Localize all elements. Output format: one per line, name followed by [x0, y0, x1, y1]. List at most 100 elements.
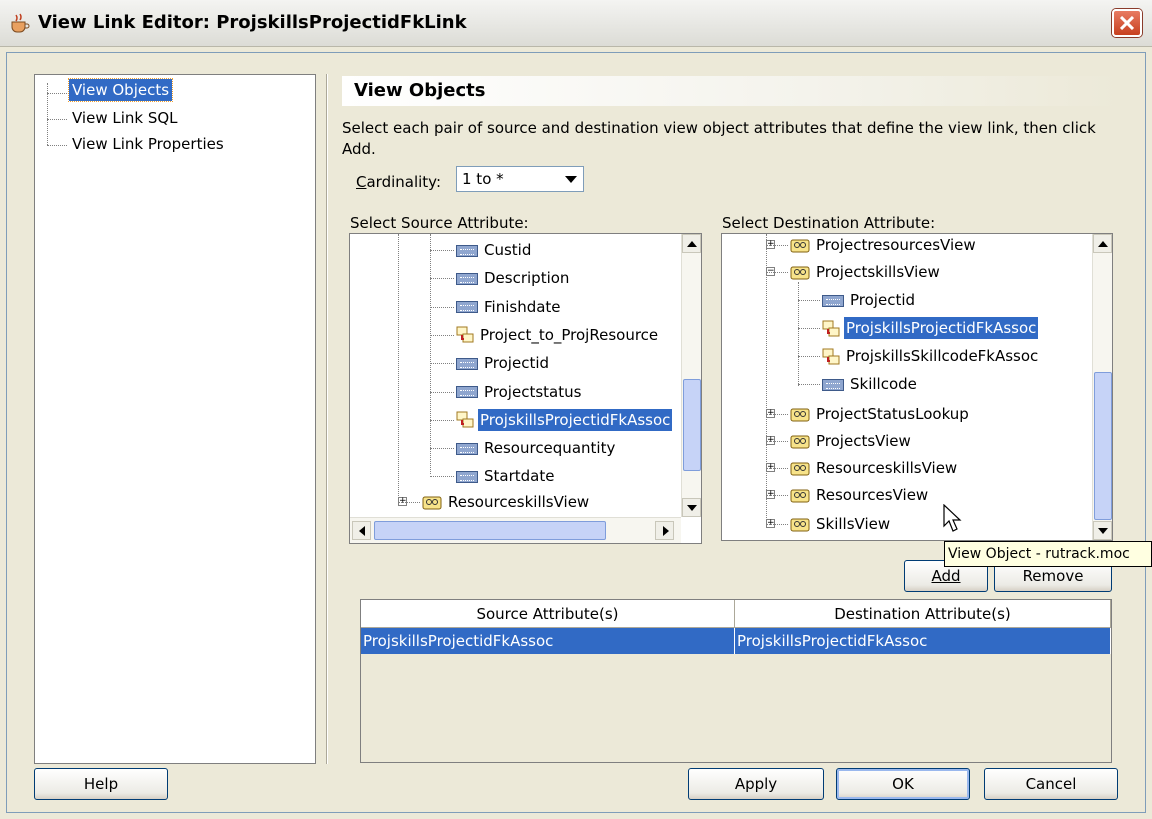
ok-button[interactable]: OK: [836, 768, 970, 800]
nav-item-view-objects[interactable]: View Objects: [67, 78, 174, 102]
scroll-right-button[interactable]: [655, 521, 674, 540]
tree-line: [798, 282, 799, 386]
source-vertical-scrollbar[interactable]: [681, 234, 701, 517]
window-title: View Link Editor: ProjskillsProjectidFkL…: [38, 12, 467, 33]
tree-item-label: Projectid: [850, 291, 916, 309]
tree-item[interactable]: ProjectsView: [790, 430, 913, 452]
arrow-right-icon: [663, 526, 669, 536]
help-button[interactable]: Help: [34, 768, 168, 800]
view-object-icon: [422, 496, 442, 509]
tree-item[interactable]: Projectid: [456, 352, 551, 374]
attribute-icon: [822, 378, 844, 391]
tree-item[interactable]: ResourceskillsView: [422, 491, 591, 513]
tree-item[interactable]: SkillsView: [790, 513, 892, 535]
apply-button[interactable]: Apply: [688, 768, 824, 800]
attribute-icon: [456, 244, 478, 257]
arrow-left-icon: [359, 526, 365, 536]
close-icon: [1120, 16, 1134, 30]
cancel-button-label: Cancel: [1025, 775, 1077, 793]
view-object-icon: [790, 518, 810, 531]
tree-item-label: Projectstatus: [484, 382, 582, 401]
tree-item[interactable]: Projectstatus: [456, 381, 583, 403]
column-header-destination[interactable]: Destination Attribute(s): [735, 600, 1111, 628]
apply-button-label: Apply: [734, 775, 778, 793]
tree-item[interactable]: ProjskillsProjectidFkAssoc: [822, 317, 1039, 339]
scroll-down-button[interactable]: [682, 498, 701, 517]
tree-item[interactable]: Project_to_ProjResource: [456, 324, 660, 346]
tree-item[interactable]: Custid: [456, 239, 533, 261]
tree-line: [398, 502, 420, 503]
tree-item-label: ResourceskillsView: [816, 459, 958, 477]
scroll-down-button[interactable]: [1093, 521, 1112, 540]
tree-item[interactable]: Finishdate: [456, 296, 563, 318]
tree-line: [766, 468, 788, 469]
tree-line: [766, 524, 788, 525]
cardinality-select[interactable]: 1 to *: [456, 166, 584, 192]
tree-item-label: SkillsView: [816, 515, 891, 533]
source-horizontal-scrollbar[interactable]: [350, 517, 681, 543]
tree-line: [47, 119, 67, 120]
tree-item[interactable]: Projectid: [822, 289, 917, 311]
tree-line: [430, 363, 454, 365]
tree-item-label: Startdate: [484, 467, 555, 486]
tree-item[interactable]: ResourcesView: [790, 484, 930, 506]
tree-line: [430, 391, 454, 393]
tree-item[interactable]: Resourcequantity: [456, 437, 617, 459]
scroll-thumb[interactable]: [1094, 372, 1112, 520]
source-attribute-tree[interactable]: Custid Description Finishdate Project_to_Pr…: [349, 233, 702, 544]
tree-item[interactable]: ProjskillsSkillcodeFkAssoc: [822, 345, 1040, 367]
tree-line: [47, 145, 67, 146]
destination-vertical-scrollbar[interactable]: [1092, 234, 1112, 540]
tree-line: [766, 495, 788, 496]
cardinality-label: Cardinality:: [356, 173, 442, 191]
view-object-icon: [790, 408, 810, 421]
scroll-thumb[interactable]: [374, 521, 606, 540]
tree-line: [47, 93, 67, 94]
attribute-icon: [456, 272, 478, 285]
scroll-left-button[interactable]: [352, 521, 371, 540]
nav-item-view-link-sql[interactable]: View Link SQL: [69, 107, 181, 129]
destination-attribute-tree[interactable]: ProjectresourcesView + ProjectskillsView − P…: [721, 233, 1113, 541]
view-link-table[interactable]: Source Attribute(s) Destination Attribut…: [360, 599, 1112, 763]
table-cell-source[interactable]: ProjskillsProjectidFkAssoc: [361, 628, 735, 654]
tree-item[interactable]: Description: [456, 267, 571, 289]
arrow-down-icon: [687, 505, 697, 511]
scroll-thumb[interactable]: [683, 379, 701, 471]
tree-line: [798, 328, 820, 329]
java-cup-icon: [11, 13, 30, 33]
tree-item[interactable]: Startdate: [456, 465, 556, 487]
tree-line: [430, 476, 454, 478]
destination-attribute-label: Select Destination Attribute:: [722, 214, 936, 232]
tree-item[interactable]: ProjectskillsView: [790, 261, 942, 283]
tree-item[interactable]: ProjskillsProjectidFkAssoc: [456, 408, 673, 431]
tree-item[interactable]: ProjectStatusLookup: [790, 403, 971, 425]
attribute-icon: [456, 357, 478, 370]
source-attribute-label: Select Source Attribute:: [350, 214, 529, 232]
cancel-button[interactable]: Cancel: [984, 768, 1118, 800]
tree-line: [766, 414, 788, 415]
arrow-up-icon: [1098, 241, 1108, 247]
tree-item[interactable]: ProjectresourcesView: [790, 234, 978, 256]
tree-item[interactable]: Skillcode: [822, 373, 919, 395]
close-button[interactable]: [1112, 9, 1142, 37]
association-icon: [456, 326, 474, 343]
tree-item-label: ProjectskillsView: [816, 263, 940, 281]
tree-line: [430, 306, 454, 308]
tree-line: [766, 272, 788, 273]
table-cell-destination[interactable]: ProjskillsProjectidFkAssoc: [735, 628, 1111, 654]
tree-item-label: ProjectsView: [816, 432, 911, 450]
scroll-up-button[interactable]: [682, 234, 701, 253]
tree-line: [766, 234, 767, 524]
tree-item-label: ProjskillsSkillcodeFkAssoc: [846, 347, 1039, 365]
view-object-icon: [790, 489, 810, 502]
tree-item-label: ResourceskillsView: [448, 493, 590, 511]
tree-item[interactable]: ResourceskillsView: [790, 457, 959, 479]
scroll-up-button[interactable]: [1093, 234, 1112, 253]
section-header: View Objects: [342, 76, 1120, 106]
column-header-source[interactable]: Source Attribute(s): [361, 600, 735, 628]
nav-item-view-link-properties[interactable]: View Link Properties: [69, 133, 227, 155]
view-object-icon: [790, 435, 810, 448]
navigation-tree: View Objects View Link SQL View Link Pro…: [34, 74, 316, 764]
attribute-icon: [456, 301, 478, 314]
tree-line: [766, 441, 788, 442]
